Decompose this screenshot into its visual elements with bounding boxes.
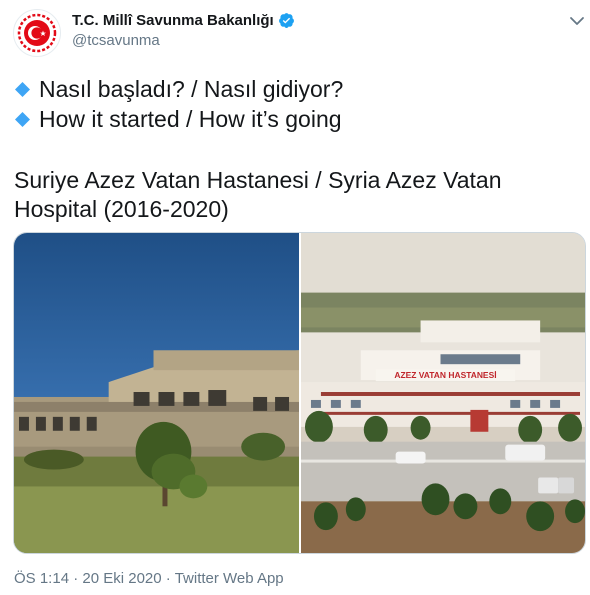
chevron-down-icon[interactable] — [568, 12, 586, 30]
tweet-date[interactable]: 20 Eki 2020 — [82, 570, 161, 587]
separator: · — [73, 570, 79, 587]
tweet-line-text: Nasıl başladı? / Nasıl gidiyor? — [39, 76, 344, 102]
blue-diamond-icon — [15, 81, 30, 97]
account-handle[interactable]: @tcsavunma — [72, 32, 160, 49]
ministry-logo-icon — [15, 11, 59, 55]
avatar[interactable] — [13, 9, 61, 57]
ruined-building-photo — [14, 233, 299, 553]
tweet-line-1: Nasıl başladı? / Nasıl gidiyor? — [15, 75, 343, 103]
tweet-title: Suriye Azez Vatan Hastanesi / Syria Azez… — [14, 167, 502, 222]
hospital-aerial-photo: AZEZ VATAN HASTANESİ — [301, 233, 585, 553]
tweet-line-2: How it started / How it’s going — [15, 105, 342, 133]
account-name-row[interactable]: T.C. Millî Savunma Bakanlığı — [72, 12, 295, 29]
tweet-meta: ÖS 1:14 · 20 Eki 2020 · Twitter Web App — [14, 570, 284, 587]
tweet-line-text: How it started / How it’s going — [39, 106, 342, 132]
tweet-time[interactable]: ÖS 1:14 — [14, 570, 69, 587]
media-grid: AZEZ VATAN HASTANESİ — [13, 232, 586, 554]
hospital-sign: AZEZ VATAN HASTANESİ — [394, 370, 496, 380]
verified-badge-icon — [278, 13, 294, 28]
left-photo[interactable] — [14, 233, 299, 553]
tweet-source[interactable]: Twitter Web App — [175, 570, 284, 587]
right-photo[interactable]: AZEZ VATAN HASTANESİ — [301, 233, 585, 553]
separator: · — [165, 570, 171, 587]
blue-diamond-icon — [15, 111, 30, 127]
account-name[interactable]: T.C. Millî Savunma Bakanlığı — [72, 12, 274, 29]
